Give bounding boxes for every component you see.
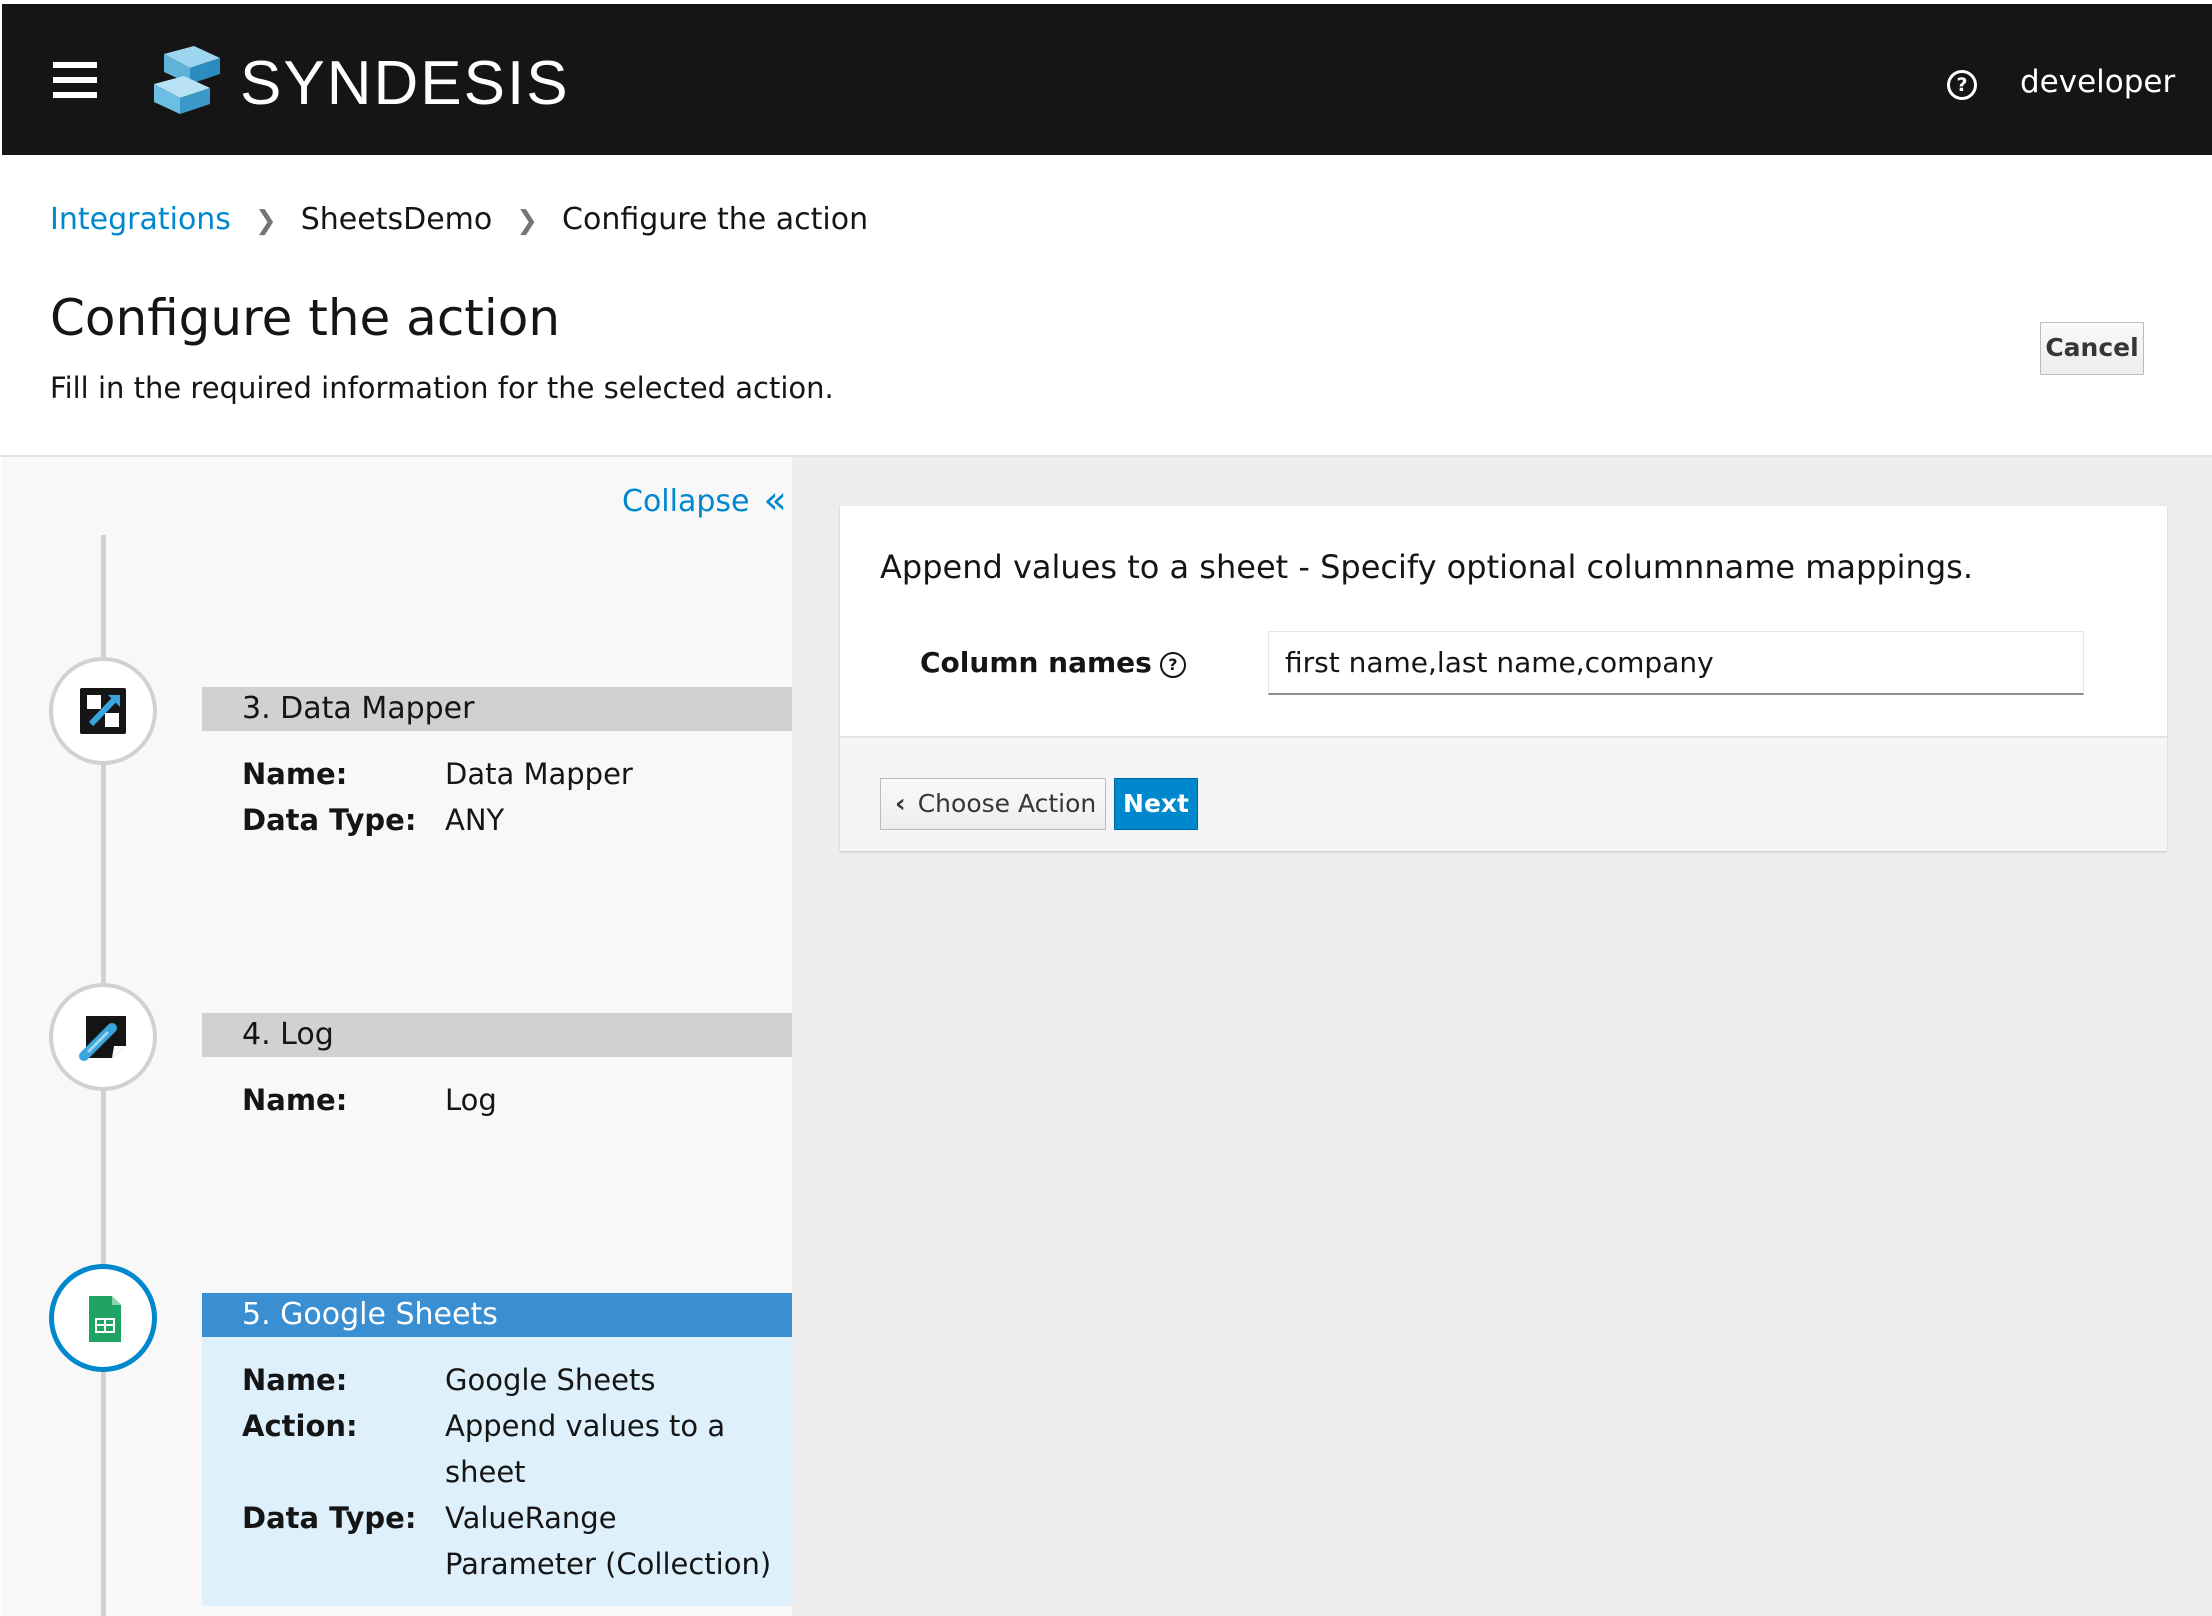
google-sheets-icon [89, 1296, 121, 1342]
breadcrumb-integrations-link[interactable]: Integrations [50, 202, 231, 237]
data-mapper-icon [80, 688, 126, 734]
field-key: Name: [242, 1083, 348, 1117]
breadcrumb-sheetsdemo: SheetsDemo [300, 202, 493, 237]
collapse-button[interactable]: Collapse « [622, 478, 787, 522]
user-menu[interactable]: developer [2020, 64, 2175, 100]
help-icon[interactable]: ? [1947, 70, 1977, 100]
field-key: Data Type: [242, 1501, 417, 1535]
column-names-label: Column names? [920, 646, 1186, 679]
field-value: ANY [445, 803, 505, 837]
next-button[interactable]: Next [1114, 778, 1198, 830]
hamburger-menu-icon[interactable] [53, 60, 97, 100]
page-subtitle: Fill in the required information for the… [50, 371, 834, 405]
collapse-label: Collapse [622, 484, 750, 519]
breadcrumb-current: Configure the action [562, 202, 869, 237]
page-title: Configure the action [50, 289, 561, 347]
step-field-row: Data Type: ANY [242, 797, 792, 843]
step-field-row: Action: Append values to a sheet [242, 1403, 792, 1495]
step-field-row: Name: Data Mapper [242, 751, 792, 797]
double-chevron-left-icon: « [763, 478, 787, 522]
choose-action-label: Choose Action [917, 789, 1097, 818]
step-field-row: Name: Google Sheets [242, 1357, 792, 1403]
step-field-row: Name: Log [242, 1077, 792, 1123]
field-key: Action: [242, 1409, 358, 1443]
field-value: Log [445, 1083, 497, 1117]
log-icon [79, 1016, 126, 1061]
step-heading-active[interactable]: 5. Google Sheets [202, 1293, 792, 1337]
syndesis-logo-icon [154, 46, 220, 114]
help-icon[interactable]: ? [1159, 652, 1186, 678]
chevron-right-icon: ❯ [516, 206, 539, 236]
step-data-mapper-circle[interactable] [49, 657, 157, 765]
field-key: Data Type: [242, 803, 417, 837]
field-key: Name: [242, 757, 348, 791]
card-footer: ‹ Choose Action Next [840, 736, 2167, 851]
card-title: Append values to a sheet - Specify optio… [880, 548, 1973, 586]
brand-name: SYNDESIS [240, 49, 570, 118]
masthead: SYNDESIS ? developer [2, 4, 2212, 155]
step-heading[interactable]: 3. Data Mapper [202, 687, 792, 731]
step-log-circle[interactable] [49, 983, 157, 1091]
step-google-sheets-circle[interactable] [49, 1264, 157, 1372]
action-config-card: Append values to a sheet - Specify optio… [840, 506, 2167, 851]
field-value: Append values to a sheet [445, 1409, 726, 1489]
chevron-right-icon: ❯ [254, 206, 277, 236]
field-value: ValueRange Parameter (Collection) [445, 1501, 772, 1581]
choose-action-button[interactable]: ‹ Choose Action [880, 778, 1106, 830]
chevron-left-icon: ‹ [895, 789, 906, 819]
column-names-label-text: Column names [920, 646, 1152, 679]
field-key: Name: [242, 1363, 348, 1397]
cancel-button[interactable]: Cancel [2040, 322, 2144, 375]
step-heading[interactable]: 4. Log [202, 1013, 792, 1057]
column-names-input[interactable] [1268, 631, 2084, 695]
breadcrumb: Integrations ❯ SheetsDemo ❯ Configure the ac… [50, 202, 868, 237]
field-value: Google Sheets [445, 1363, 656, 1397]
step-field-row: Data Type: ValueRange Parameter (Collect… [242, 1495, 792, 1587]
field-value: Data Mapper [445, 757, 633, 791]
